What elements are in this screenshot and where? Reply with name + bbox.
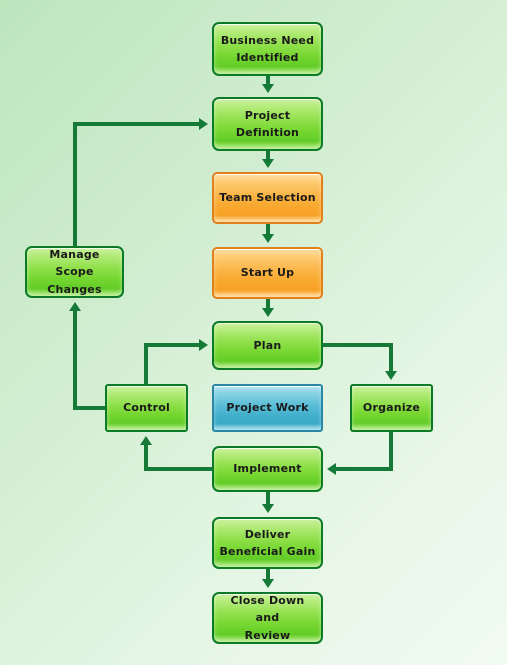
node-label: Plan [253, 338, 282, 352]
connector-e-startup-to-plan [262, 299, 274, 317]
connector-e-control-to-plan [144, 339, 208, 384]
node-label: Manage Scope Changes [47, 248, 102, 296]
node-label: Organize [362, 401, 421, 415]
arrowhead [262, 84, 274, 93]
connector-e-implement-to-control [140, 436, 212, 471]
connector-e-definition-to-team [262, 151, 274, 168]
arrowhead [262, 234, 274, 243]
arrowhead [199, 118, 208, 130]
node-label: Project Definition [235, 108, 300, 139]
node-label: Deliver Beneficial Gain [219, 527, 316, 558]
node-plan[interactable]: Plan [212, 321, 323, 370]
node-label: Close Down and Review [230, 594, 305, 642]
flowchart-canvas: Business Need Identified Project Definiti… [0, 0, 507, 665]
node-label: Project Work [226, 401, 309, 415]
arrowhead [327, 463, 336, 475]
node-business-need-identified[interactable]: Business Need Identified [212, 22, 323, 76]
arrowhead [262, 504, 274, 513]
node-label: Control [123, 401, 170, 415]
arrowhead [199, 339, 208, 351]
connector-e-need-to-definition [262, 76, 274, 93]
connector-e-deliver-to-close [262, 569, 274, 588]
node-label: Implement [233, 462, 302, 476]
node-close-down-and-review[interactable]: Close Down and Review [212, 592, 323, 644]
node-label: Team Selection [219, 191, 316, 205]
node-project-work[interactable]: Project Work [212, 384, 323, 432]
connector-e-control-to-manage [69, 302, 105, 410]
arrowhead [140, 436, 152, 445]
node-manage-scope-changes[interactable]: Manage Scope Changes [25, 246, 124, 298]
arrowhead [262, 159, 274, 168]
connector-e-manage-to-definition [73, 118, 208, 246]
arrowhead [385, 371, 397, 380]
connector-e-organize-to-implement [327, 432, 393, 475]
node-label: Business Need Identified [220, 33, 315, 64]
connector-e-plan-to-organize [323, 343, 397, 380]
node-project-definition[interactable]: Project Definition [212, 97, 323, 151]
node-start-up[interactable]: Start Up [212, 247, 323, 299]
node-organize[interactable]: Organize [350, 384, 433, 432]
arrowhead [262, 579, 274, 588]
connector-e-implement-to-deliver [262, 492, 274, 513]
arrowhead [262, 308, 274, 317]
arrowhead [69, 302, 81, 311]
node-team-selection[interactable]: Team Selection [212, 172, 323, 224]
connector-e-team-to-startup [262, 224, 274, 243]
node-deliver-beneficial-gain[interactable]: Deliver Beneficial Gain [212, 517, 323, 569]
node-implement[interactable]: Implement [212, 446, 323, 492]
node-control[interactable]: Control [105, 384, 188, 432]
node-label: Start Up [240, 266, 295, 280]
